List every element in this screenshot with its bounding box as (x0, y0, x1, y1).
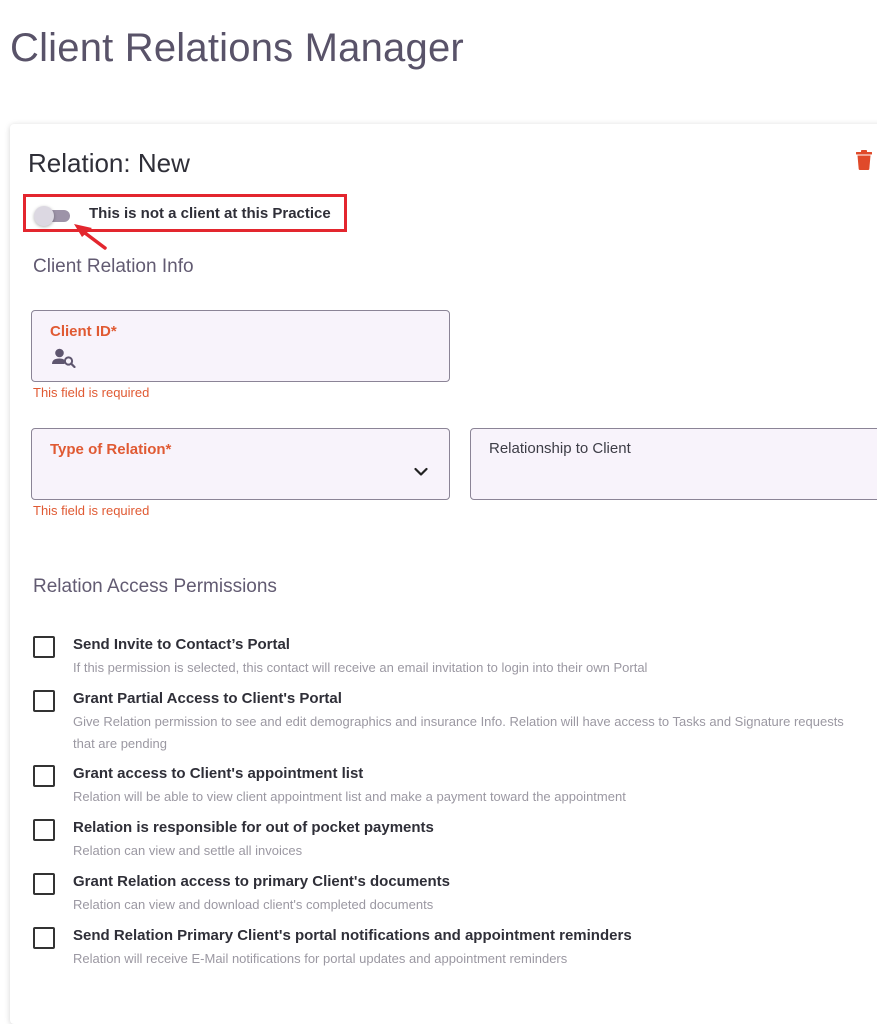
permission-checkbox[interactable] (33, 819, 55, 841)
client-id-field[interactable]: Client ID* (31, 310, 450, 382)
permission-title: Grant access to Client's appointment lis… (73, 765, 364, 782)
annotation-arrow-icon (74, 224, 107, 250)
permission-title: Relation is responsible for out of pocke… (73, 819, 434, 836)
permission-description: Give Relation permission to see and edit… (73, 714, 844, 751)
permission-description: Relation can view and download client's … (73, 897, 434, 912)
permission-checkbox[interactable] (33, 636, 55, 658)
permission-checkbox[interactable] (33, 873, 55, 895)
client-id-label: Client ID* (50, 323, 117, 340)
permission-title: Send Relation Primary Client's portal no… (73, 927, 632, 944)
person-search-icon[interactable] (52, 348, 76, 368)
relationship-to-client-field[interactable]: Relationship to Client (470, 428, 877, 500)
page-title: Client Relations Manager (10, 26, 464, 70)
permission-checkbox[interactable] (33, 927, 55, 949)
permission-description: Relation will receive E-Mail notificatio… (73, 951, 568, 966)
toggle-knob (34, 206, 54, 226)
chevron-down-icon[interactable] (414, 467, 428, 477)
not-client-toggle-label: This is not a client at this Practice (89, 205, 331, 222)
not-client-toggle[interactable] (34, 206, 72, 226)
type-of-relation-error: This field is required (33, 503, 150, 518)
permission-description: If this permission is selected, this con… (73, 660, 648, 675)
permission-title: Send Invite to Contact’s Portal (73, 636, 290, 653)
permission-title: Grant Relation access to primary Client'… (73, 873, 451, 890)
permission-checkbox[interactable] (33, 690, 55, 712)
permission-title: Grant Partial Access to Client's Portal (73, 690, 342, 707)
relation-title: Relation: New (28, 148, 190, 178)
relationship-to-client-label: Relationship to Client (489, 440, 631, 457)
relation-access-permissions-heading: Relation Access Permissions (33, 576, 277, 597)
permission-description: Relation can view and settle all invoice… (73, 843, 303, 858)
relation-card: Relation: New This is not a client at th… (10, 124, 877, 1024)
permission-checkbox[interactable] (33, 765, 55, 787)
type-of-relation-select[interactable]: Type of Relation* (31, 428, 450, 500)
permission-description: Relation will be able to view client app… (73, 789, 626, 804)
client-id-error: This field is required (33, 385, 150, 400)
client-relation-info-heading: Client Relation Info (33, 256, 194, 277)
type-of-relation-label: Type of Relation* (50, 441, 172, 458)
trash-icon[interactable] (856, 150, 872, 170)
